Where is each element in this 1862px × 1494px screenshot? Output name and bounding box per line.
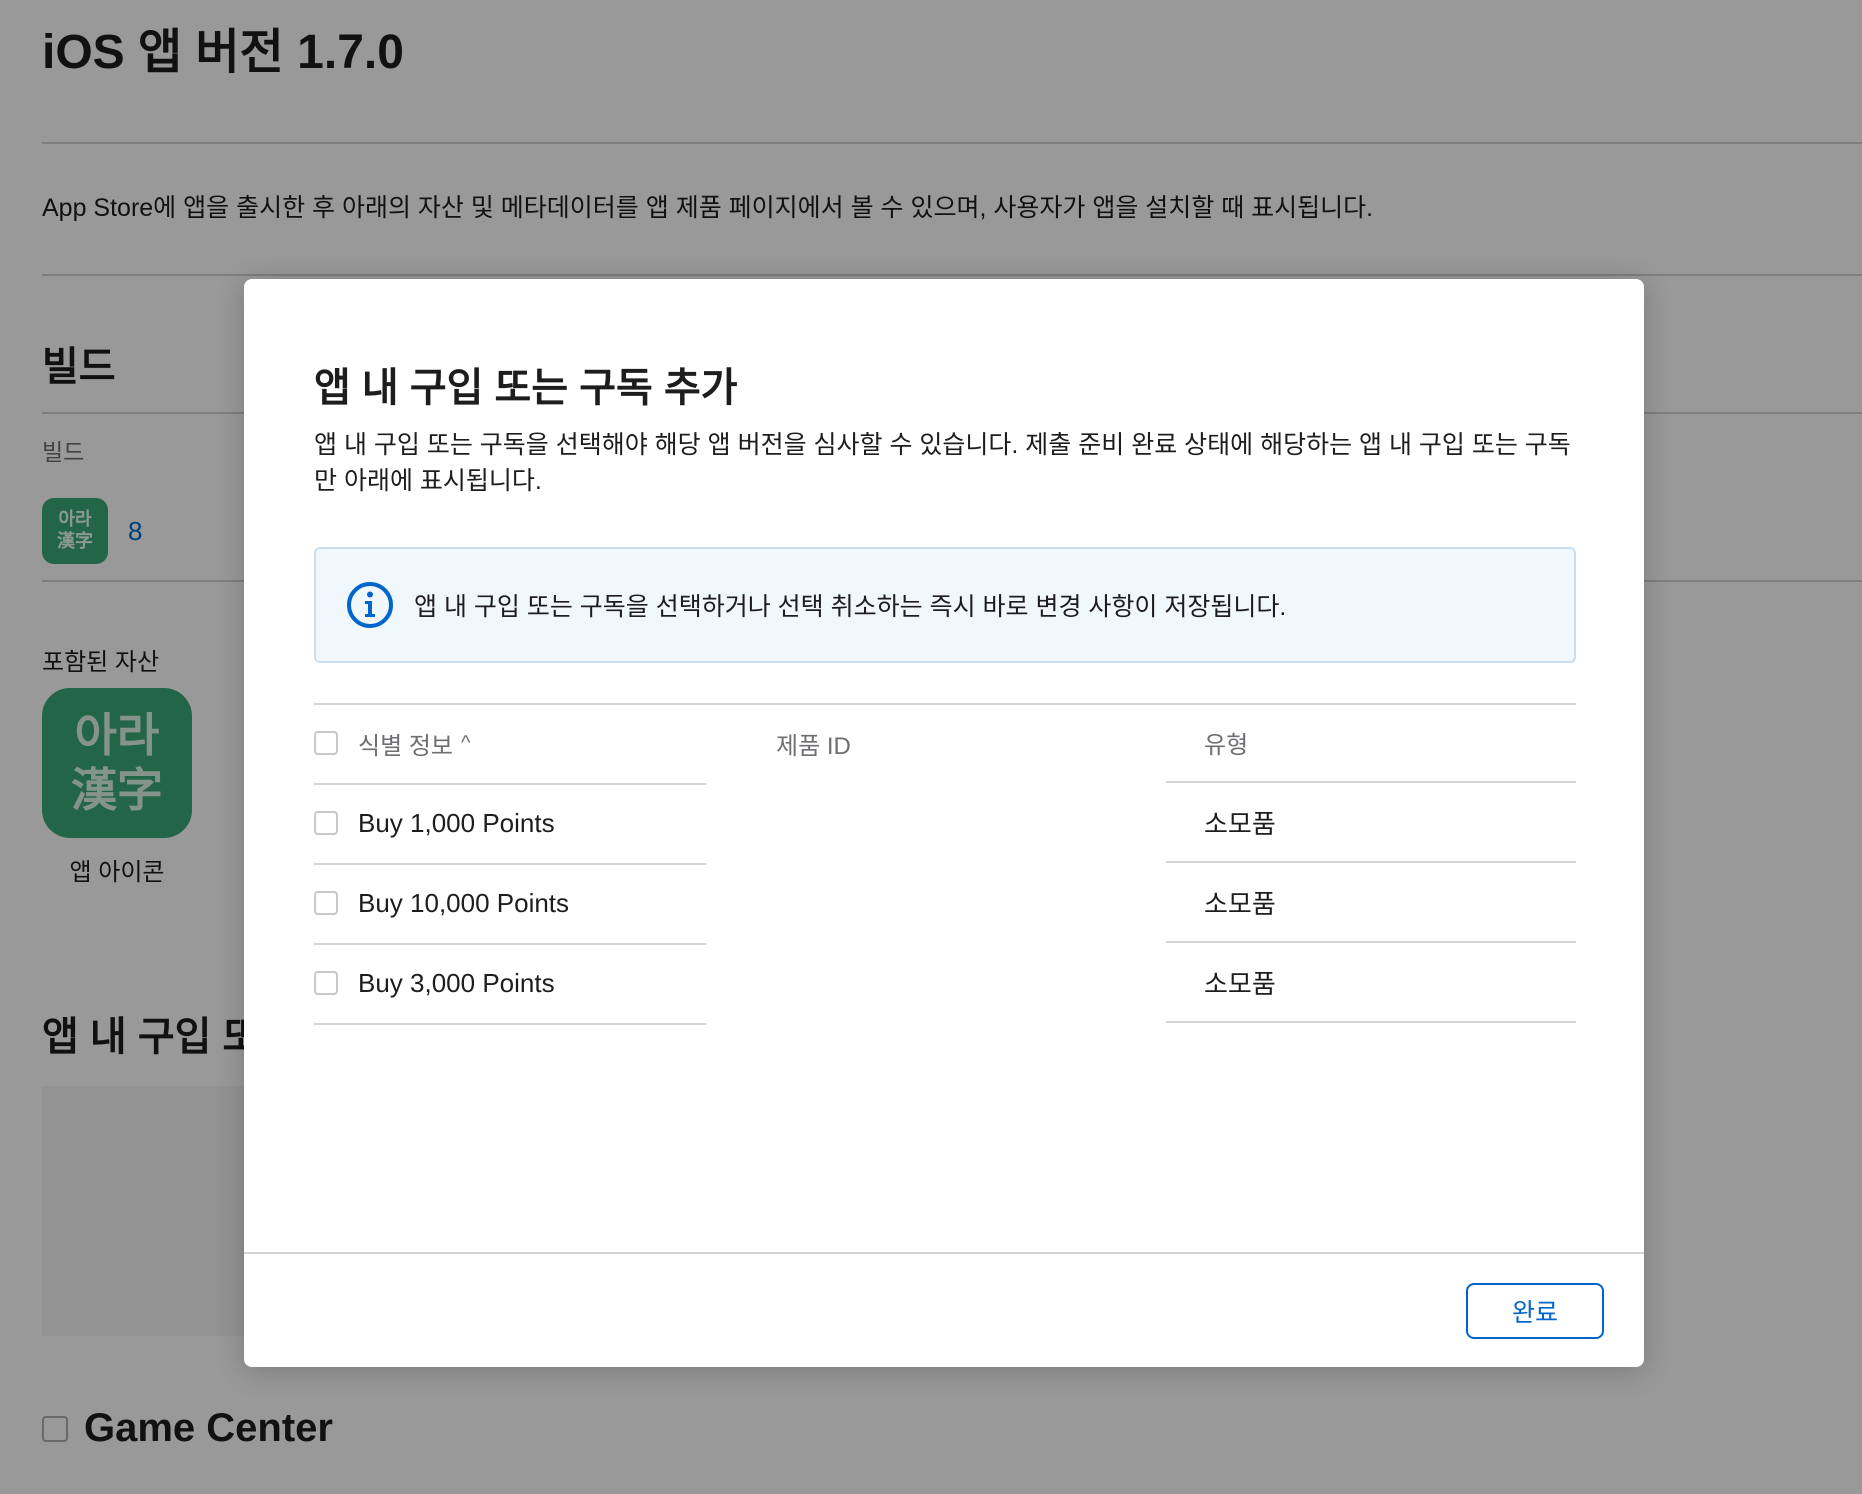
row-product-id-cell [776, 943, 1168, 1023]
sort-ascending-icon[interactable]: ^ [461, 732, 470, 755]
info-banner: 앱 내 구입 또는 구독을 선택하거나 선택 취소하는 즉시 바로 변경 사항이… [314, 547, 1576, 663]
modal-title: 앱 내 구입 또는 구독 추가 [314, 366, 738, 410]
table-row: Buy 3,000 Points 소모품 [314, 943, 1576, 1025]
row-checkbox[interactable] [314, 971, 338, 995]
modal-footer-divider [244, 1252, 1644, 1254]
info-circle-icon [346, 581, 394, 629]
row-name-cell: Buy 3,000 Points [314, 943, 706, 1025]
column-header-name[interactable]: 식별 정보 [358, 726, 453, 761]
done-button[interactable]: 완료 [1466, 1283, 1604, 1339]
modal-description: 앱 내 구입 또는 구독을 선택해야 해당 앱 버전을 심사할 수 있습니다. … [314, 431, 1571, 495]
select-all-checkbox[interactable] [314, 731, 338, 755]
row-product-id-cell [776, 863, 1168, 943]
header-product-id-cell: 제품 ID [776, 703, 1168, 783]
row-checkbox[interactable] [314, 891, 338, 915]
column-header-type: 유형 [1204, 731, 1249, 759]
row-checkbox[interactable] [314, 811, 338, 835]
row-name: Buy 3,000 Points [358, 967, 555, 998]
row-type-cell: 소모품 [1166, 783, 1576, 863]
row-product-id-cell [776, 783, 1168, 863]
row-name: Buy 1,000 Points [358, 807, 555, 838]
row-type: 소모품 [1204, 968, 1276, 999]
row-name-cell: Buy 1,000 Points [314, 783, 706, 865]
header-type-cell: 유형 [1166, 703, 1576, 783]
row-name-cell: Buy 10,000 Points [314, 863, 706, 945]
header-name-cell: 식별 정보 ^ [314, 703, 706, 785]
row-type: 소모품 [1204, 888, 1276, 919]
row-name: Buy 10,000 Points [358, 887, 570, 918]
column-header-product-id: 제품 ID [776, 732, 851, 760]
row-type: 소모품 [1204, 808, 1276, 839]
table-row: Buy 1,000 Points 소모품 [314, 783, 1576, 865]
row-type-cell: 소모품 [1166, 943, 1576, 1023]
table-row: Buy 10,000 Points 소모품 [314, 863, 1576, 945]
add-iap-modal: 앱 내 구입 또는 구독 추가 앱 내 구입 또는 구독을 선택해야 해당 앱 … [244, 279, 1644, 1367]
table-header-row: 식별 정보 ^ 제품 ID 유형 [314, 703, 1576, 785]
info-message: 앱 내 구입 또는 구독을 선택하거나 선택 취소하는 즉시 바로 변경 사항이… [414, 593, 1287, 621]
row-type-cell: 소모품 [1166, 863, 1576, 943]
